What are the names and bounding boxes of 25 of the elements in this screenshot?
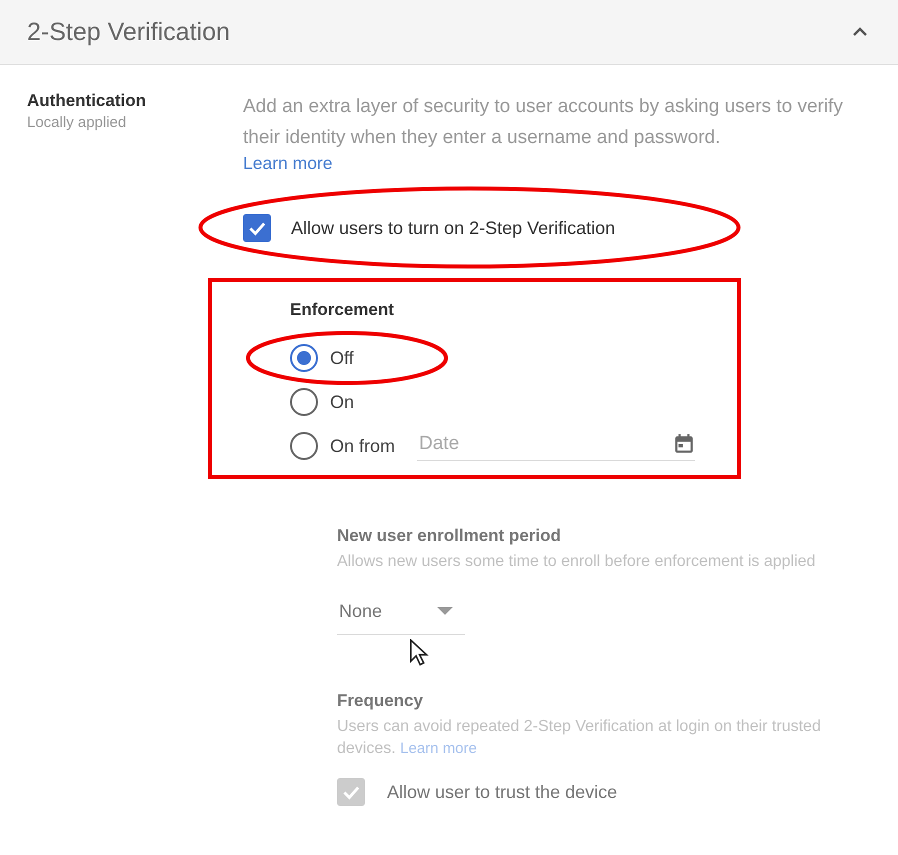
- enforcement-heading: Enforcement: [290, 300, 395, 320]
- dropdown-caret-icon: [437, 607, 453, 616]
- collapse-icon[interactable]: [852, 27, 868, 37]
- radio-label: On from: [330, 436, 396, 456]
- section-header[interactable]: 2-Step Verification: [0, 0, 898, 65]
- radio-label: On: [330, 392, 354, 412]
- radio-button[interactable]: [290, 432, 318, 460]
- setting-sublabel: Locally applied: [27, 114, 128, 131]
- frequency-heading: Frequency: [337, 691, 424, 711]
- frequency-description: Users can avoid repeated 2-Step Verification at login on their trusted devices. Learn more: [337, 717, 822, 759]
- date-field[interactable]: Date: [417, 432, 622, 456]
- calendar-icon[interactable]: [673, 432, 696, 454]
- checkbox-label: Allow user to trust the device: [387, 782, 618, 802]
- description-text: Add an extra layer of security to user accounts by asking users to verify their identity when they enter a username and password.: [243, 95, 844, 150]
- radio-label: Off: [330, 348, 354, 368]
- mouse-pointer-icon: [409, 639, 429, 667]
- enrollment-heading: New user enrollment period: [337, 526, 562, 546]
- checkbox[interactable]: [243, 214, 271, 242]
- checkbox-label: Allow users to turn on 2-Step Verification: [291, 218, 616, 238]
- setting-label: Authentication: [27, 91, 147, 111]
- learn-more-link[interactable]: Learn more: [243, 153, 332, 173]
- enrollment-description: Allows new users some time to enroll before enforcement is applied: [337, 552, 816, 572]
- radio-button[interactable]: [290, 344, 318, 372]
- radio-button[interactable]: [290, 388, 318, 416]
- section-title: 2-Step Verification: [27, 18, 230, 46]
